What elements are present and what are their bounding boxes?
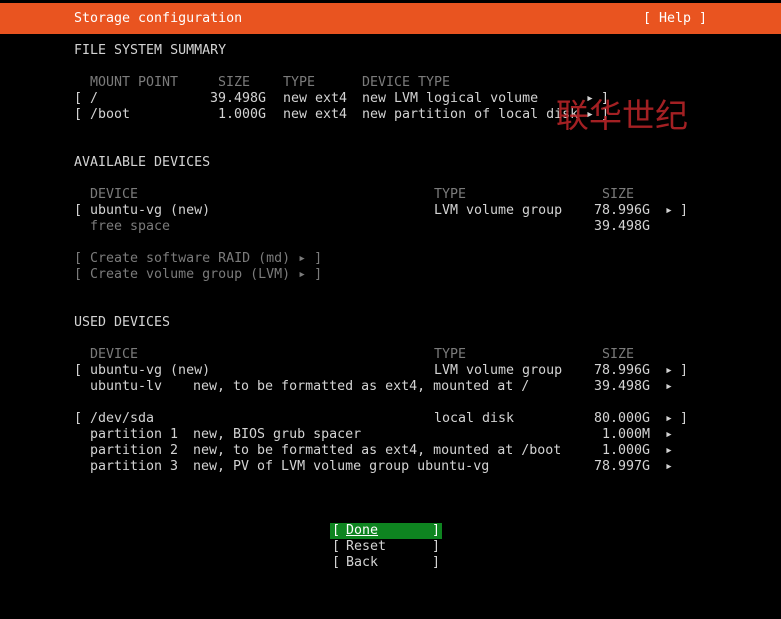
arrow-right-icon: ▸ bbox=[665, 379, 674, 394]
available-devices-heading: AVAILABLE DEVICES bbox=[74, 155, 211, 170]
reset-button[interactable]: [ Reset ] bbox=[330, 539, 442, 555]
done-label: Done bbox=[346, 523, 379, 538]
done-button[interactable]: [ Done ] bbox=[330, 523, 442, 539]
watermark-logo: 联华世纪 bbox=[556, 96, 688, 135]
col-mount-point: MOUNT POINT bbox=[90, 75, 179, 90]
arrow-right-icon: ▸ bbox=[665, 459, 674, 474]
partition-name: partition 3 bbox=[90, 459, 179, 474]
partition-size: 78.997G bbox=[593, 459, 650, 474]
window-title: Storage configuration bbox=[74, 11, 243, 26]
mount-point: / bbox=[90, 91, 99, 106]
row-close-bracket: ] bbox=[680, 363, 689, 378]
partition-description: new, to be formatted as ext4, mounted at… bbox=[193, 443, 562, 458]
col-device: DEVICE bbox=[90, 187, 139, 202]
col-type: TYPE bbox=[434, 347, 467, 362]
col-size: SIZE bbox=[218, 75, 251, 90]
free-space-label: free space bbox=[90, 219, 171, 234]
device-size: 78.996G bbox=[593, 203, 650, 218]
button-close-bracket: ] bbox=[432, 539, 441, 554]
device-type: LVM volume group bbox=[434, 363, 563, 378]
row-open-bracket: [ bbox=[74, 91, 83, 106]
arrow-right-icon: ▸ bbox=[665, 443, 674, 458]
device-size: 80.000G bbox=[593, 411, 650, 426]
row-close-bracket: ] bbox=[680, 203, 689, 218]
row-open-bracket: [ bbox=[74, 363, 83, 378]
button-close-bracket: ] bbox=[432, 523, 441, 538]
reset-label: Reset bbox=[346, 539, 387, 554]
device-type: LVM volume group bbox=[434, 203, 563, 218]
create-raid-button[interactable]: [ Create software RAID (md) ▸ ] bbox=[74, 251, 322, 267]
col-type: TYPE bbox=[283, 75, 316, 90]
device-description: new, to be formatted as ext4, mounted at… bbox=[193, 379, 530, 394]
button-open-bracket: [ bbox=[332, 523, 341, 538]
col-size: SIZE bbox=[601, 187, 634, 202]
col-type: TYPE bbox=[434, 187, 467, 202]
size: 39.498G bbox=[209, 91, 266, 106]
device-size: 39.498G bbox=[593, 379, 650, 394]
button-close-bracket: ] bbox=[432, 555, 441, 570]
free-space-size: 39.498G bbox=[593, 219, 650, 234]
arrow-right-icon: ▸ bbox=[665, 363, 674, 378]
arrow-right-icon: ▸ bbox=[665, 427, 674, 442]
partition-description: new, PV of LVM volume group ubuntu-vg bbox=[193, 459, 490, 474]
col-device-type: DEVICE TYPE bbox=[362, 75, 451, 90]
mount-point: /boot bbox=[90, 107, 131, 122]
fs-type: new ext4 bbox=[283, 107, 348, 122]
button-open-bracket: [ bbox=[332, 555, 341, 570]
fs-type: new ext4 bbox=[283, 91, 348, 106]
col-device: DEVICE bbox=[90, 347, 139, 362]
col-size: SIZE bbox=[601, 347, 634, 362]
device-size: 78.996G bbox=[593, 363, 650, 378]
back-button[interactable]: [ Back ] bbox=[330, 555, 442, 571]
fs-summary-heading: FILE SYSTEM SUMMARY bbox=[74, 43, 227, 58]
partition-name: partition 2 bbox=[90, 443, 179, 458]
back-label: Back bbox=[346, 555, 379, 570]
arrow-right-icon: ▸ bbox=[665, 411, 674, 426]
device-name: ubuntu-vg (new) bbox=[90, 363, 211, 378]
partition-description: new, BIOS grub spacer bbox=[193, 427, 362, 442]
create-vg-button[interactable]: [ Create volume group (LVM) ▸ ] bbox=[74, 267, 322, 283]
row-close-bracket: ] bbox=[680, 411, 689, 426]
device-name: ubuntu-lv bbox=[90, 379, 163, 394]
device-name: ubuntu-vg (new) bbox=[90, 203, 211, 218]
device-name: /dev/sda bbox=[90, 411, 155, 426]
help-button[interactable]: [ Help ] bbox=[643, 11, 707, 27]
device-type: new partition of local disk bbox=[362, 107, 579, 122]
header-bar: Storage configuration [ Help ] bbox=[0, 3, 781, 34]
used-devices-heading: USED DEVICES bbox=[74, 315, 171, 330]
size: 1.000G bbox=[217, 107, 266, 122]
row-open-bracket: [ bbox=[74, 203, 83, 218]
partition-size: 1.000G bbox=[601, 443, 650, 458]
device-type: local disk bbox=[434, 411, 515, 426]
button-open-bracket: [ bbox=[332, 539, 341, 554]
row-open-bracket: [ bbox=[74, 411, 83, 426]
partition-name: partition 1 bbox=[90, 427, 179, 442]
partition-size: 1.000M bbox=[601, 427, 650, 442]
device-type: new LVM logical volume bbox=[362, 91, 539, 106]
row-open-bracket: [ bbox=[74, 107, 83, 122]
arrow-right-icon: ▸ bbox=[665, 203, 674, 218]
